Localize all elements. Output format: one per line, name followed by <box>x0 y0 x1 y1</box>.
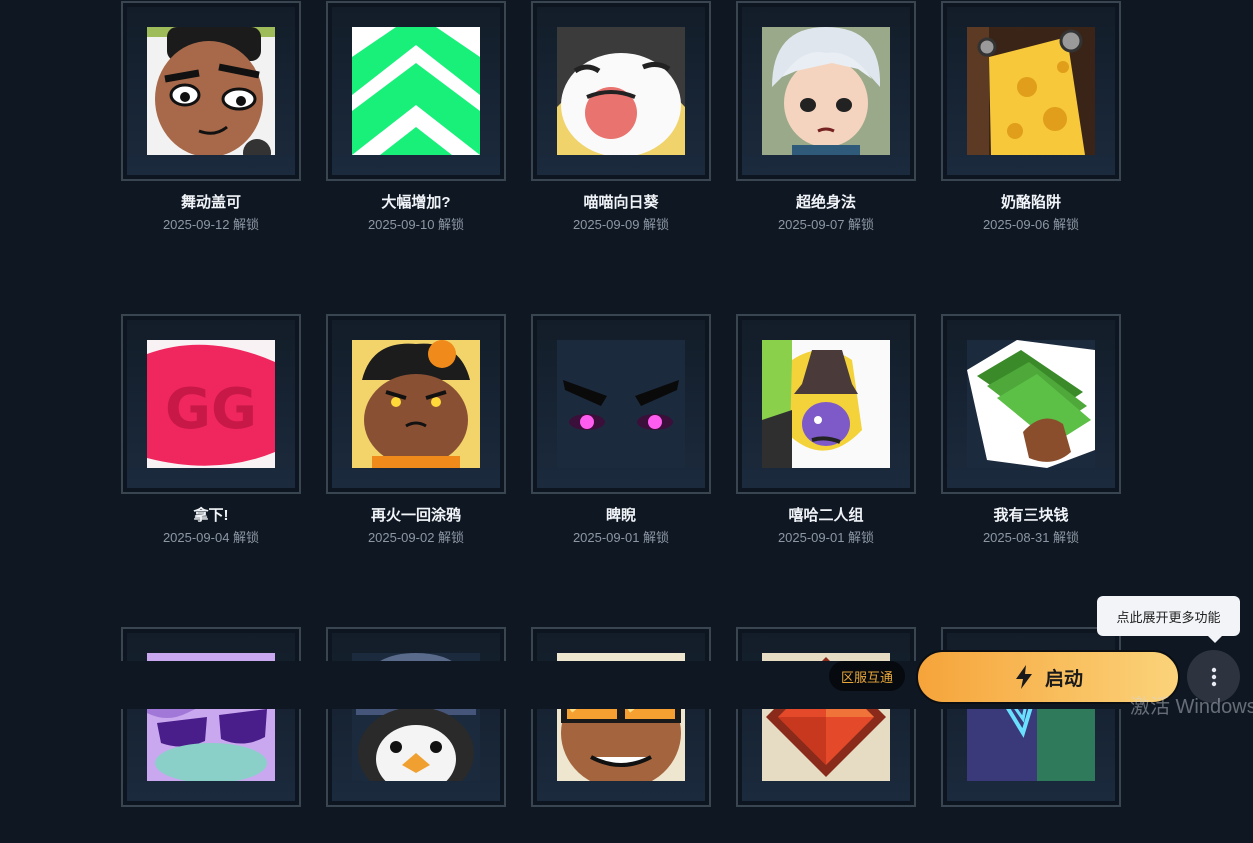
grid-card[interactable]: 再火一回涂鸦 2025-09-02 解锁 <box>326 314 506 546</box>
item-name: 舞动盖可 <box>180 194 241 211</box>
tile-frame <box>121 1 301 181</box>
item-name: 大幅增加? <box>381 194 451 211</box>
glowing-eyes-icon <box>557 340 685 468</box>
item-name: 睥睨 <box>605 507 636 524</box>
item-name: 超绝身法 <box>795 194 856 211</box>
item-name: 嘻哈二人组 <box>788 507 864 524</box>
grid-card[interactable]: 舞动盖可 2025-09-12 解锁 <box>121 1 301 233</box>
grid-card[interactable]: 大幅增加? 2025-09-10 解锁 <box>326 1 506 233</box>
item-name: 我有三块钱 <box>993 507 1069 524</box>
cowboy-hat-duo-icon <box>762 340 890 468</box>
green-chevron-icon <box>352 27 480 155</box>
grid-card[interactable]: 喵喵向日葵 2025-09-09 解锁 <box>531 1 711 233</box>
tile-frame <box>736 627 916 807</box>
unlock-date: 2025-09-10 解锁 <box>367 217 465 232</box>
tile-frame <box>326 1 506 181</box>
grid-card[interactable] <box>326 627 506 843</box>
money-hand-icon <box>967 340 1095 468</box>
grid-card[interactable]: 嘻哈二人组 2025-09-01 解锁 <box>736 314 916 546</box>
unlock-date: 2025-09-01 解锁 <box>777 530 875 545</box>
tile-frame <box>531 314 711 494</box>
tile-frame <box>941 314 1121 494</box>
tile-frame <box>326 627 506 807</box>
item-name: 喵喵向日葵 <box>583 194 659 211</box>
unlock-date: 2025-09-02 解锁 <box>367 530 465 545</box>
item-name <box>121 820 301 838</box>
grid-card[interactable]: GG 拿下! 2025-09-04 解锁 <box>121 314 301 546</box>
item-name: 奶酪陷阱 <box>1000 194 1061 211</box>
launch-label: 启动 <box>1044 668 1083 690</box>
cross-server-badge[interactable]: 区服互通 <box>829 661 905 691</box>
more-vertical-icon <box>1211 667 1216 686</box>
tile-frame <box>736 314 916 494</box>
grid-card[interactable]: 奶酪陷阱 2025-09-06 解锁 <box>941 1 1121 233</box>
tile-frame <box>121 627 301 807</box>
flower-hair-character-icon <box>352 340 480 468</box>
grid-card[interactable]: 超绝身法 2025-09-07 解锁 <box>736 1 916 233</box>
item-name <box>941 820 1121 838</box>
grid-card[interactable]: 睥睨 2025-09-01 解锁 <box>531 314 711 546</box>
grid-card[interactable] <box>736 627 916 843</box>
tile-frame <box>326 314 506 494</box>
item-name <box>531 820 711 838</box>
item-name: 拿下! <box>193 507 229 524</box>
laughing-cat-icon <box>557 27 685 155</box>
item-name: 再火一回涂鸦 <box>370 507 461 524</box>
lightning-icon <box>1015 665 1032 689</box>
grid-card[interactable] <box>531 627 711 843</box>
tile-frame: GG <box>121 314 301 494</box>
unlock-date: 2025-09-09 解锁 <box>572 217 670 232</box>
grid-card[interactable]: 我有三块钱 2025-08-31 解锁 <box>941 314 1121 546</box>
unlock-date: 2025-08-31 解锁 <box>982 530 1080 545</box>
item-name <box>326 820 506 838</box>
cheese-trap-icon <box>967 27 1095 155</box>
unlock-date: 2025-09-12 解锁 <box>162 217 260 232</box>
unlock-date: 2025-09-01 解锁 <box>572 530 670 545</box>
tooltip-arrow <box>1208 636 1222 643</box>
grid-card[interactable] <box>121 627 301 843</box>
silver-hair-character-icon <box>762 27 890 155</box>
tile-frame <box>531 1 711 181</box>
gg-stamp-icon: GG <box>147 340 275 468</box>
spray-grid: 舞动盖可 2025-09-12 解锁 大幅增加? 2025-09-10 解锁 喵… <box>121 1 1121 843</box>
windows-activation-watermark: 激活 Windows <box>1130 696 1253 718</box>
unlock-date: 2025-09-06 解锁 <box>982 217 1080 232</box>
unlock-date: 2025-09-04 解锁 <box>162 530 260 545</box>
tile-frame <box>941 1 1121 181</box>
item-name <box>736 820 916 838</box>
unlock-date: 2025-09-07 解锁 <box>777 217 875 232</box>
more-functions-tooltip: 点此展开更多功能 <box>1097 596 1240 636</box>
svg-text:GG: GG <box>165 377 257 442</box>
tile-frame <box>531 627 711 807</box>
dancing-man-icon <box>147 27 275 155</box>
tile-frame <box>736 1 916 181</box>
